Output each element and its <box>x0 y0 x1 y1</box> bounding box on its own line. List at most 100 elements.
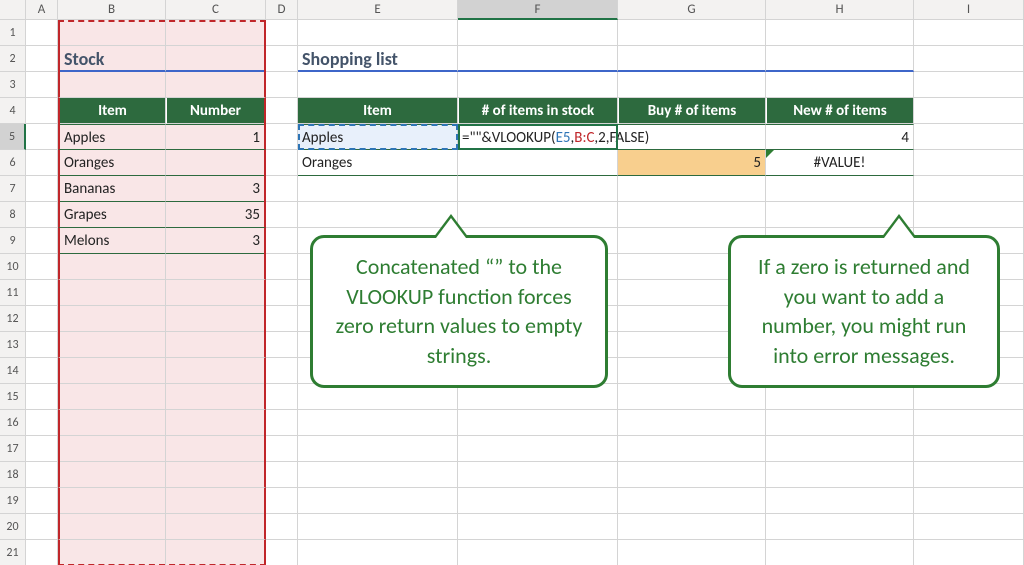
cell-D15[interactable] <box>266 384 298 410</box>
cell-H15[interactable] <box>766 384 914 410</box>
col-header-E[interactable]: E <box>298 0 458 20</box>
cell-D8[interactable] <box>266 202 298 228</box>
cell-G8[interactable] <box>618 202 766 228</box>
cell-E1[interactable] <box>298 20 458 46</box>
cell-F20[interactable] <box>458 514 618 540</box>
row-header[interactable]: 10 <box>0 254 26 280</box>
cell-B2[interactable]: Stock <box>58 46 166 72</box>
col-header-F[interactable]: F <box>458 0 618 20</box>
cell-B8[interactable]: Grapes <box>58 202 166 228</box>
cell-C3[interactable] <box>166 72 266 98</box>
cell-A7[interactable] <box>26 176 58 202</box>
cell-I15[interactable] <box>914 384 1024 410</box>
cell-E5[interactable]: Apples <box>298 124 458 150</box>
cell-C18[interactable] <box>166 462 266 488</box>
select-all-corner[interactable] <box>0 0 26 20</box>
cell-A11[interactable] <box>26 280 58 306</box>
cell-B21[interactable] <box>58 540 166 565</box>
cell-H17[interactable] <box>766 436 914 462</box>
cell-F1[interactable] <box>458 20 618 46</box>
cell-B5[interactable]: Apples <box>58 124 166 150</box>
cell-E20[interactable] <box>298 514 458 540</box>
cell-G4[interactable]: Buy # of items <box>618 98 766 124</box>
cell-F19[interactable] <box>458 488 618 514</box>
cell-A13[interactable] <box>26 332 58 358</box>
cell-H5[interactable]: 4 <box>766 124 914 150</box>
cell-D5[interactable] <box>266 124 298 150</box>
row-header[interactable]: 14 <box>0 358 26 384</box>
row-header[interactable]: 5 <box>0 124 26 150</box>
cell-C17[interactable] <box>166 436 266 462</box>
row-header[interactable]: 13 <box>0 332 26 358</box>
cell-B18[interactable] <box>58 462 166 488</box>
cell-I1[interactable] <box>914 20 1024 46</box>
cell-I20[interactable] <box>914 514 1024 540</box>
cell-E21[interactable] <box>298 540 458 565</box>
cell-A4[interactable] <box>26 98 58 124</box>
cell-H1[interactable] <box>766 20 914 46</box>
row-header[interactable]: 11 <box>0 280 26 306</box>
cell-A15[interactable] <box>26 384 58 410</box>
cell-D17[interactable] <box>266 436 298 462</box>
cell-A5[interactable] <box>26 124 58 150</box>
cell-A8[interactable] <box>26 202 58 228</box>
cell-I3[interactable] <box>914 72 1024 98</box>
row-header[interactable]: 7 <box>0 176 26 202</box>
cell-C4[interactable]: Number <box>166 98 266 124</box>
cell-G3[interactable] <box>618 72 766 98</box>
cell-H19[interactable] <box>766 488 914 514</box>
cell-D12[interactable] <box>266 306 298 332</box>
cell-I4[interactable] <box>914 98 1024 124</box>
cell-A2[interactable] <box>26 46 58 72</box>
cell-D6[interactable] <box>266 150 298 176</box>
cell-G7[interactable] <box>618 176 766 202</box>
cell-I21[interactable] <box>914 540 1024 565</box>
cell-C8[interactable]: 35 <box>166 202 266 228</box>
row-header[interactable]: 20 <box>0 514 26 540</box>
row-header[interactable]: 9 <box>0 228 26 254</box>
cell-D18[interactable] <box>266 462 298 488</box>
cell-D4[interactable] <box>266 98 298 124</box>
col-header-I[interactable]: I <box>914 0 1024 20</box>
col-header-H[interactable]: H <box>766 0 914 20</box>
cell-D9[interactable] <box>266 228 298 254</box>
cell-B1[interactable] <box>58 20 166 46</box>
cell-B10[interactable] <box>58 254 166 280</box>
cell-G16[interactable] <box>618 410 766 436</box>
cell-A1[interactable] <box>26 20 58 46</box>
cell-F2[interactable] <box>458 46 618 72</box>
cell-F6[interactable] <box>458 150 618 176</box>
cell-I5[interactable] <box>914 124 1024 150</box>
cell-A6[interactable] <box>26 150 58 176</box>
cell-F7[interactable] <box>458 176 618 202</box>
cell-H21[interactable] <box>766 540 914 565</box>
cell-C11[interactable] <box>166 280 266 306</box>
cell-I17[interactable] <box>914 436 1024 462</box>
cell-D13[interactable] <box>266 332 298 358</box>
cell-C20[interactable] <box>166 514 266 540</box>
cell-F18[interactable] <box>458 462 618 488</box>
row-header[interactable]: 1 <box>0 20 26 46</box>
cell-D1[interactable] <box>266 20 298 46</box>
cell-E15[interactable] <box>298 384 458 410</box>
row-header[interactable]: 6 <box>0 150 26 176</box>
cell-C1[interactable] <box>166 20 266 46</box>
cell-A14[interactable] <box>26 358 58 384</box>
cell-H6[interactable]: #VALUE! <box>766 150 914 176</box>
cell-A10[interactable] <box>26 254 58 280</box>
cell-E6[interactable]: Oranges <box>298 150 458 176</box>
cell-A3[interactable] <box>26 72 58 98</box>
cell-I18[interactable] <box>914 462 1024 488</box>
cell-D16[interactable] <box>266 410 298 436</box>
cell-A9[interactable] <box>26 228 58 254</box>
cell-C6[interactable] <box>166 150 266 176</box>
col-header-G[interactable]: G <box>618 0 766 20</box>
cell-D7[interactable] <box>266 176 298 202</box>
cell-C7[interactable]: 3 <box>166 176 266 202</box>
cell-H18[interactable] <box>766 462 914 488</box>
cell-G21[interactable] <box>618 540 766 565</box>
cell-C12[interactable] <box>166 306 266 332</box>
cell-B17[interactable] <box>58 436 166 462</box>
cell-H16[interactable] <box>766 410 914 436</box>
cell-G19[interactable] <box>618 488 766 514</box>
